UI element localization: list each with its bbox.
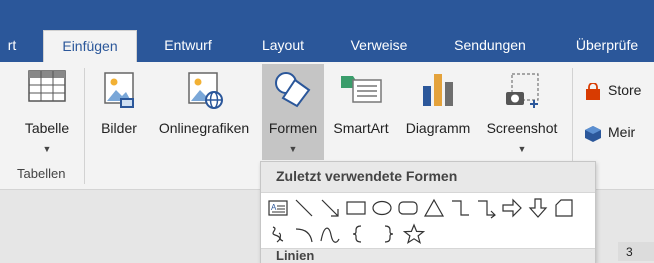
recent-shapes-heading: Zuletzt verwendete Formen bbox=[276, 168, 458, 184]
rectangle-shape-icon[interactable] bbox=[345, 197, 367, 219]
onlinegrafiken-button[interactable]: Onlinegrafiken bbox=[148, 64, 260, 160]
meine-addins-label: Meir bbox=[608, 124, 636, 140]
elbow-arrow-connector-shape-icon[interactable] bbox=[475, 197, 497, 219]
formen-button[interactable]: Formen ▼ bbox=[262, 64, 324, 160]
svg-text:A: A bbox=[271, 203, 277, 212]
diagramm-button[interactable]: Diagramm bbox=[398, 64, 478, 160]
freeform-scribble-shape-icon[interactable] bbox=[267, 223, 289, 245]
smartart-button[interactable]: SmartArt bbox=[326, 64, 396, 160]
tab-ueberpruefen[interactable]: Überprüfe bbox=[560, 33, 654, 62]
tab-entwurf[interactable]: Entwurf bbox=[148, 33, 228, 62]
tab-einfuegen[interactable]: Einfügen bbox=[43, 30, 137, 64]
online-picture-icon bbox=[183, 70, 225, 115]
left-brace-shape-icon[interactable] bbox=[347, 223, 369, 245]
diagramm-label: Diagramm bbox=[405, 120, 471, 136]
chevron-down-icon: ▼ bbox=[517, 144, 527, 154]
right-arrow-shape-icon[interactable] bbox=[501, 197, 523, 219]
store-icon bbox=[584, 82, 602, 104]
smartart-label: SmartArt bbox=[333, 120, 389, 136]
down-arrow-shape-icon[interactable] bbox=[527, 197, 549, 219]
line-shape-icon[interactable] bbox=[293, 197, 315, 219]
arc-shape-icon[interactable] bbox=[293, 223, 315, 245]
bilder-button[interactable]: Bilder bbox=[92, 64, 146, 160]
addins-icon bbox=[584, 125, 602, 146]
picture-icon bbox=[100, 70, 138, 115]
store-button[interactable]: Store bbox=[584, 82, 654, 102]
shapes-icon bbox=[273, 70, 313, 115]
store-label: Store bbox=[608, 82, 642, 98]
group-separator bbox=[84, 68, 85, 184]
elbow-connector-shape-icon[interactable] bbox=[449, 197, 471, 219]
formen-label: Formen bbox=[268, 120, 318, 136]
curve-shape-icon[interactable] bbox=[319, 223, 341, 245]
triangle-shape-icon[interactable] bbox=[423, 197, 445, 219]
tab-verweise[interactable]: Verweise bbox=[336, 33, 422, 62]
arrow-line-shape-icon[interactable] bbox=[319, 197, 341, 219]
tab-start-partial[interactable]: rt bbox=[0, 33, 24, 62]
tab-sendungen[interactable]: Sendungen bbox=[440, 33, 540, 62]
oval-shape-icon[interactable] bbox=[371, 197, 393, 219]
page-number-mark: 3 bbox=[626, 245, 633, 259]
status-corner bbox=[618, 242, 654, 261]
onlinegrafiken-label: Onlinegrafiken bbox=[158, 120, 250, 136]
screenshot-button[interactable]: Screenshot ▼ bbox=[480, 64, 564, 160]
group-label-tabellen: Tabellen bbox=[17, 166, 66, 181]
bilder-label: Bilder bbox=[101, 120, 137, 136]
chevron-down-icon: ▼ bbox=[288, 144, 298, 154]
ribbon-tab-bar: rt Einfügen Entwurf Layout Verweise Send… bbox=[0, 0, 654, 64]
meine-addins-button[interactable]: Meir bbox=[584, 124, 654, 144]
chart-icon bbox=[420, 70, 456, 113]
dropdown-section-header: Zuletzt verwendete Formen bbox=[261, 162, 595, 193]
tabelle-button[interactable]: Tabelle ▼ bbox=[18, 64, 76, 160]
right-brace-shape-icon[interactable] bbox=[377, 223, 399, 245]
snip-rectangle-shape-icon[interactable] bbox=[553, 197, 575, 219]
star-shape-icon[interactable] bbox=[403, 223, 425, 245]
tab-layout[interactable]: Layout bbox=[246, 33, 320, 62]
smartart-icon bbox=[339, 70, 383, 111]
screenshot-label: Screenshot bbox=[486, 120, 558, 136]
chevron-down-icon: ▼ bbox=[42, 144, 52, 154]
tabelle-label: Tabelle bbox=[24, 120, 70, 136]
text-box-shape-icon[interactable]: A bbox=[267, 197, 289, 219]
rounded-rectangle-shape-icon[interactable] bbox=[397, 197, 419, 219]
shapes-dropdown: Zuletzt verwendete Formen A Linien bbox=[260, 161, 596, 263]
table-icon bbox=[28, 70, 66, 107]
screenshot-icon bbox=[502, 70, 542, 115]
